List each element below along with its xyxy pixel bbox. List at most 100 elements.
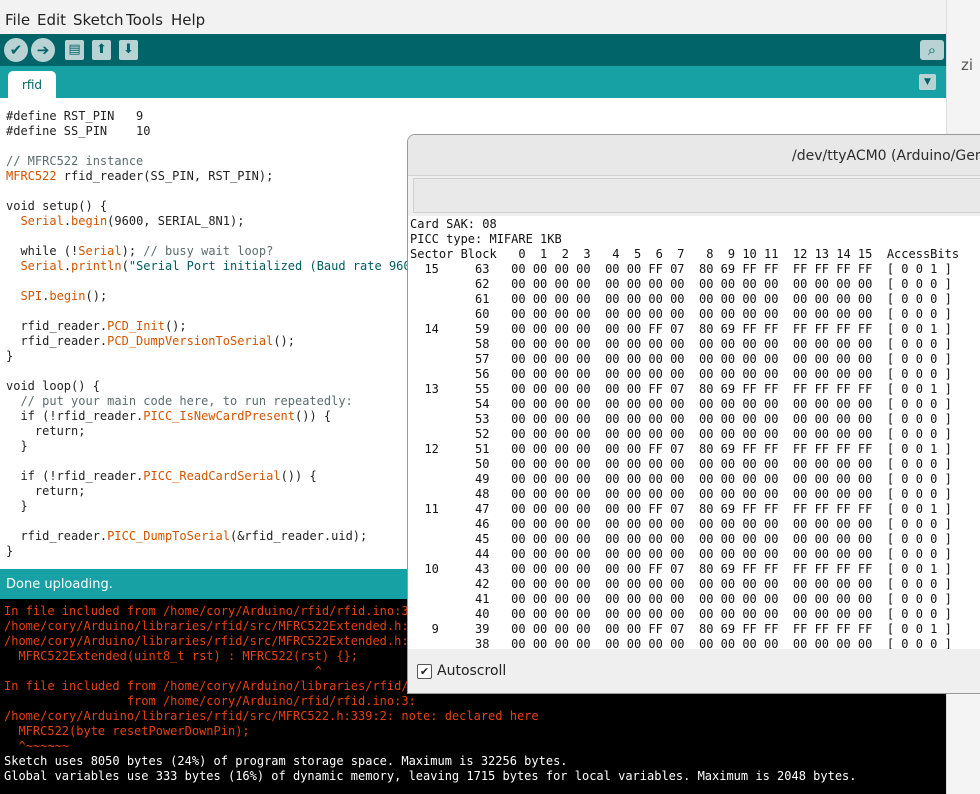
serial-line: 57 00 00 00 00 00 00 00 00 00 00 00 00 0…: [410, 352, 952, 366]
arrow-right-icon: ➔: [36, 41, 50, 59]
code-line: void loop() {: [6, 379, 100, 393]
check-icon: ✔: [9, 41, 23, 59]
code-text[interactable]: #define RST_PIN 9 #define SS_PIN 10 // M…: [6, 109, 418, 559]
serial-line: 10 43 00 00 00 00 00 00 FF 07 80 69 FF F…: [410, 562, 952, 576]
code-token: // busy wait loop?: [143, 244, 274, 258]
code-token: rfid_reader.: [6, 319, 108, 333]
serial-line: 46 00 00 00 00 00 00 00 00 00 00 00 00 0…: [410, 517, 952, 531]
code-line: }: [6, 349, 13, 363]
serial-output: Card SAK: 08 PICC type: MIFARE 1KB Secto…: [408, 216, 980, 649]
code-line: return;: [6, 424, 86, 438]
console-line: /home/cory/Arduino/libraries/rfid/src/MF…: [4, 619, 424, 633]
serial-line: 15 63 00 00 00 00 00 00 FF 07 80 69 FF F…: [410, 262, 952, 276]
code-token: #define SS_PIN 10: [6, 124, 151, 138]
serial-line: 40 00 00 00 00 00 00 00 00 00 00 00 00 0…: [410, 607, 952, 621]
code-token: rfid_reader.: [6, 334, 108, 348]
serial-monitor-titlebar[interactable]: /dev/ttyACM0 (Arduino/Genu: [408, 135, 980, 176]
serial-line: Card SAK: 08: [410, 217, 497, 231]
serial-line: 62 00 00 00 00 00 00 00 00 00 00 00 00 0…: [410, 277, 952, 291]
code-token: PCD_Init: [107, 319, 165, 333]
code-token: }: [6, 544, 14, 558]
serial-line: 50 00 00 00 00 00 00 00 00 00 00 00 00 0…: [410, 457, 952, 471]
code-token: (&rfid_reader.uid);: [229, 529, 368, 543]
serial-line: 41 00 00 00 00 00 00 00 00 00 00 00 00 0…: [410, 592, 952, 606]
code-token: ()) {: [295, 409, 332, 423]
code-token: rfid_reader(SS_PIN, RST_PIN);: [56, 169, 274, 183]
code-token: ();: [273, 334, 296, 348]
code-token: (9600, SERIAL_8N1);: [107, 214, 245, 228]
console-line: In file included from /home/cory/Arduino…: [4, 679, 424, 693]
menu-help[interactable]: Help: [171, 11, 205, 29]
console-line: Global variables use 333 bytes (16%) of …: [4, 769, 857, 783]
code-token: (: [121, 259, 129, 273]
code-token: Serial: [78, 244, 122, 258]
menu-sketch[interactable]: Sketch: [73, 11, 124, 29]
menu-edit[interactable]: Edit: [37, 11, 66, 29]
code-token: }: [6, 499, 28, 513]
menu-tools[interactable]: Tools: [126, 11, 163, 29]
serial-line: 11 47 00 00 00 00 00 00 FF 07 80 69 FF F…: [410, 502, 952, 516]
tab-rfid[interactable]: rfid: [8, 71, 56, 98]
new-sketch-button[interactable]: ▤: [65, 40, 84, 60]
console-line: /home/cory/Arduino/libraries/rfid/src/MF…: [4, 634, 424, 648]
console-line: from /home/cory/Arduino/rfid/rfid.ino:3:: [4, 694, 416, 708]
code-line: // MFRC522 instance: [6, 154, 143, 168]
serial-monitor-button[interactable]: ⌕: [920, 40, 944, 60]
menu-bar: File Edit Sketch Tools Help: [0, 0, 946, 34]
code-line: SPI.begin();: [6, 289, 107, 303]
save-button[interactable]: ⬇: [119, 40, 138, 60]
tab-menu-button[interactable]: ▼: [919, 74, 936, 90]
code-token: .: [63, 214, 72, 228]
serial-line: Sector Block 0 1 2 3 4 5 6 7 8 9 10 11 1…: [410, 247, 960, 261]
serial-line: 56 00 00 00 00 00 00 00 00 00 00 00 00 0…: [410, 367, 952, 381]
serial-line: 44 00 00 00 00 00 00 00 00 00 00 00 00 0…: [410, 547, 952, 561]
code-token: return;: [6, 484, 86, 498]
code-line: void setup() {: [6, 199, 107, 213]
code-line: }: [6, 439, 28, 453]
code-line: while (!Serial); // busy wait loop?: [6, 244, 273, 258]
serial-line: 61 00 00 00 00 00 00 00 00 00 00 00 00 0…: [410, 292, 952, 306]
serial-line: PICC type: MIFARE 1KB: [410, 232, 562, 246]
code-token: if (!rfid_reader.: [6, 469, 144, 483]
code-token: PCD_DumpVersionToSerial: [107, 334, 274, 348]
code-line: if (!rfid_reader.PICC_ReadCardSerial()) …: [6, 469, 317, 483]
code-token: // MFRC522 instance: [6, 154, 144, 168]
code-token: void loop() {: [6, 379, 100, 393]
autoscroll-checkbox[interactable]: ✔: [417, 664, 432, 679]
code-token: begin: [49, 289, 86, 303]
serial-line: 52 00 00 00 00 00 00 00 00 00 00 00 00 0…: [410, 427, 952, 441]
code-line: // put your main code here, to run repea…: [6, 394, 352, 408]
upload-button[interactable]: ➔: [31, 38, 55, 62]
tab-bar: rfid ▼: [0, 66, 960, 98]
arrow-down-icon: ⬇: [123, 42, 134, 57]
code-token: );: [121, 244, 144, 258]
serial-line: 42 00 00 00 00 00 00 00 00 00 00 00 00 0…: [410, 577, 952, 591]
serial-line: 54 00 00 00 00 00 00 00 00 00 00 00 00 0…: [410, 397, 952, 411]
code-token: println: [71, 259, 122, 273]
code-token: while (!: [6, 244, 79, 258]
code-token: return;: [6, 424, 86, 438]
code-line: #define SS_PIN 10: [6, 124, 151, 138]
serial-line: 9 39 00 00 00 00 00 00 FF 07 80 69 FF FF…: [410, 622, 952, 636]
magnifier-icon: ⌕: [927, 41, 937, 59]
open-button[interactable]: ⬆: [92, 40, 111, 60]
serial-monitor-window: /dev/ttyACM0 (Arduino/Genu Card SAK: 08 …: [407, 134, 980, 694]
console-line: /home/cory/Arduino/libraries/rfid/src/MF…: [4, 709, 539, 723]
code-token: ();: [85, 289, 108, 303]
verify-button[interactable]: ✔: [4, 38, 28, 62]
code-token: ()) {: [280, 469, 317, 483]
menu-file[interactable]: File: [5, 11, 30, 29]
console-line: MFRC522Extended(uint8_t rst) : MFRC522(r…: [4, 649, 359, 663]
code-token: }: [6, 439, 28, 453]
serial-line: 58 00 00 00 00 00 00 00 00 00 00 00 00 0…: [410, 337, 952, 351]
code-token: SPI: [20, 289, 43, 303]
serial-line: 38 00 00 00 00 00 00 00 00 00 00 00 00 0…: [410, 637, 952, 649]
console-line: ^~~~~~~: [4, 739, 70, 753]
console-line: Sketch uses 8050 bytes (24%) of program …: [4, 754, 568, 768]
code-token: Serial: [20, 214, 64, 228]
serial-line: 14 59 00 00 00 00 00 00 FF 07 80 69 FF F…: [410, 322, 952, 336]
serial-send-input[interactable]: [413, 178, 980, 213]
